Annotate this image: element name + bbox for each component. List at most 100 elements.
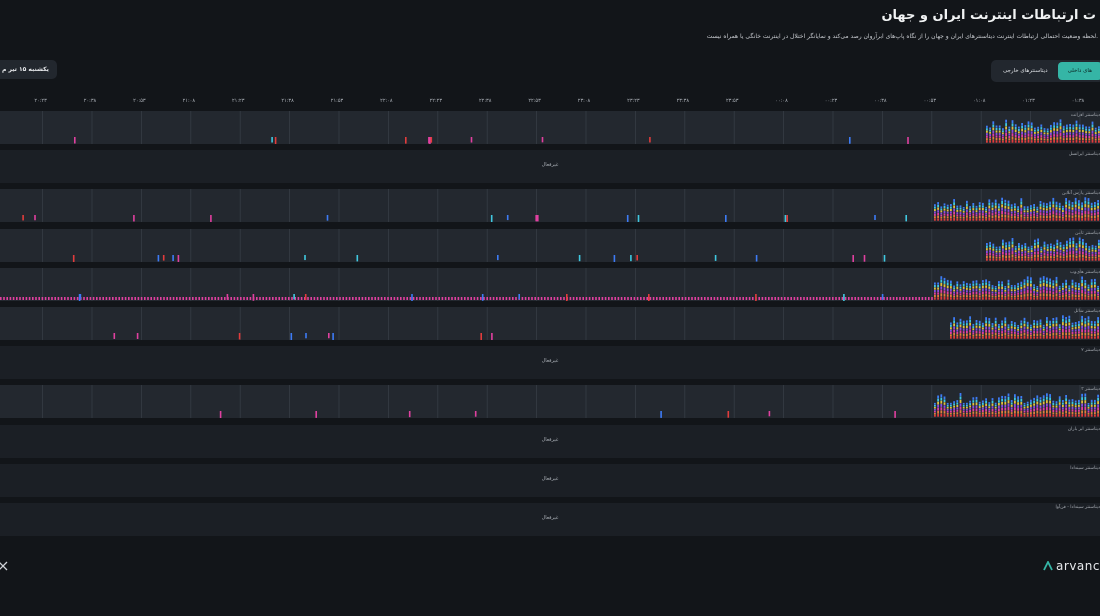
activity-bar <box>1085 252 1087 256</box>
activity-bar <box>1001 281 1003 284</box>
activity-bar <box>998 286 1000 289</box>
activity-bar <box>982 291 984 294</box>
activity-bar <box>953 408 955 411</box>
activity-bar <box>1030 254 1033 256</box>
activity-bar <box>208 296 210 300</box>
activity-bar <box>210 215 212 223</box>
activity-bar <box>1033 403 1035 407</box>
activity-bar <box>1017 414 1019 418</box>
activity-bar <box>1001 283 1003 287</box>
activity-bar <box>1008 241 1011 244</box>
activity-bar <box>179 296 181 300</box>
activity-bar <box>991 289 994 291</box>
tab-external-datacenters[interactable]: دیتاسنترهای خارجی <box>993 62 1058 80</box>
activity-bar <box>1021 128 1023 132</box>
activity-bar <box>822 296 824 300</box>
activity-bar <box>25 296 28 300</box>
activity-bar <box>1084 288 1087 291</box>
activity-bar <box>998 245 1001 248</box>
activity-bar <box>1040 135 1043 138</box>
activity-bar <box>975 219 978 222</box>
activity-bar <box>959 330 962 333</box>
x-twitter-icon[interactable] <box>0 561 8 571</box>
activity-bar <box>991 334 994 337</box>
activity-bar <box>1001 336 1003 339</box>
activity-bar <box>1023 287 1026 291</box>
activity-bar <box>1066 127 1068 130</box>
activity-bar <box>966 201 968 204</box>
activity-bar <box>975 280 978 283</box>
activity-bar <box>1097 200 1099 204</box>
activity-bar <box>1055 215 1058 219</box>
activity-bar <box>1026 321 1029 324</box>
activity-bar <box>1065 201 1067 205</box>
activity-bar <box>355 296 357 300</box>
activity-bar <box>1062 251 1065 254</box>
activity-bar <box>1094 256 1097 259</box>
activity-bar <box>969 410 971 413</box>
activity-bar <box>1062 135 1065 138</box>
activity-bar <box>991 406 994 409</box>
activity-bar <box>1037 131 1039 134</box>
activity-bar <box>1014 137 1017 141</box>
datacenter-row: دیتاسنتر سیندادا - فن‌آوا غیرفعال <box>0 503 1100 536</box>
activity-bar <box>943 216 946 219</box>
activity-bar <box>627 296 629 300</box>
activity-bar <box>1053 128 1055 131</box>
activity-bar <box>1017 327 1019 329</box>
activity-bar <box>946 282 949 286</box>
activity-bar <box>1094 405 1096 408</box>
activity-bar <box>962 413 965 416</box>
activity-bar <box>1069 134 1071 138</box>
activity-bar <box>1058 334 1061 337</box>
activity-bar <box>1050 130 1052 133</box>
activity-bar <box>969 401 971 404</box>
activity-bar <box>1088 245 1091 248</box>
activity-bar <box>1030 249 1033 252</box>
activity-bar <box>1081 404 1083 408</box>
activity-bar <box>1007 206 1010 210</box>
activity-bar <box>1036 295 1039 298</box>
activity-bar <box>1055 283 1058 287</box>
activity-bar <box>972 411 975 415</box>
activity-bar <box>1052 408 1055 411</box>
activity-bar <box>1034 245 1036 249</box>
activity-bar <box>1087 286 1090 289</box>
activity-bar <box>937 405 939 408</box>
activity-bar <box>1046 400 1048 404</box>
activity-bar <box>1050 258 1052 261</box>
arvancloud-logo[interactable]: arvanc <box>1043 559 1100 573</box>
activity-bar <box>1036 408 1039 411</box>
tab-internal-datacenters[interactable]: های داخلی <box>1057 62 1100 80</box>
date-picker-button[interactable]: یکشنبه ۱۵ تیر م <box>0 60 57 79</box>
activity-bar <box>668 296 671 300</box>
activity-bar <box>1014 401 1016 405</box>
activity-bar <box>1008 133 1011 136</box>
offline-status: غیرفعال <box>541 515 559 521</box>
activity-bar <box>1026 212 1029 215</box>
activity-bar <box>1058 411 1061 415</box>
activity-bar <box>1049 290 1051 294</box>
activity-bar <box>1072 124 1075 127</box>
activity-bar <box>1074 282 1077 285</box>
activity-bar <box>1001 323 1003 326</box>
activity-bar <box>940 401 943 405</box>
activity-bar <box>825 296 828 300</box>
activity-bar <box>1069 129 1071 132</box>
activity-bar <box>1037 241 1039 245</box>
activity-bar <box>1062 206 1064 209</box>
activity-bar <box>1090 278 1093 282</box>
activity-chart <box>0 267 1099 301</box>
activity-bar <box>553 296 556 300</box>
activity-bar <box>1071 332 1074 334</box>
activity-bar <box>956 405 959 408</box>
activity-bar <box>1094 213 1096 216</box>
activity-bar <box>1026 296 1029 300</box>
activity-bar <box>953 317 955 320</box>
time-tick: ۲۲:۳۸ <box>478 98 492 104</box>
activity-bar <box>1043 134 1046 137</box>
activity-bar <box>1030 405 1032 408</box>
activity-bar <box>978 205 981 208</box>
activity-bar <box>995 248 998 251</box>
activity-bar <box>1018 140 1020 143</box>
